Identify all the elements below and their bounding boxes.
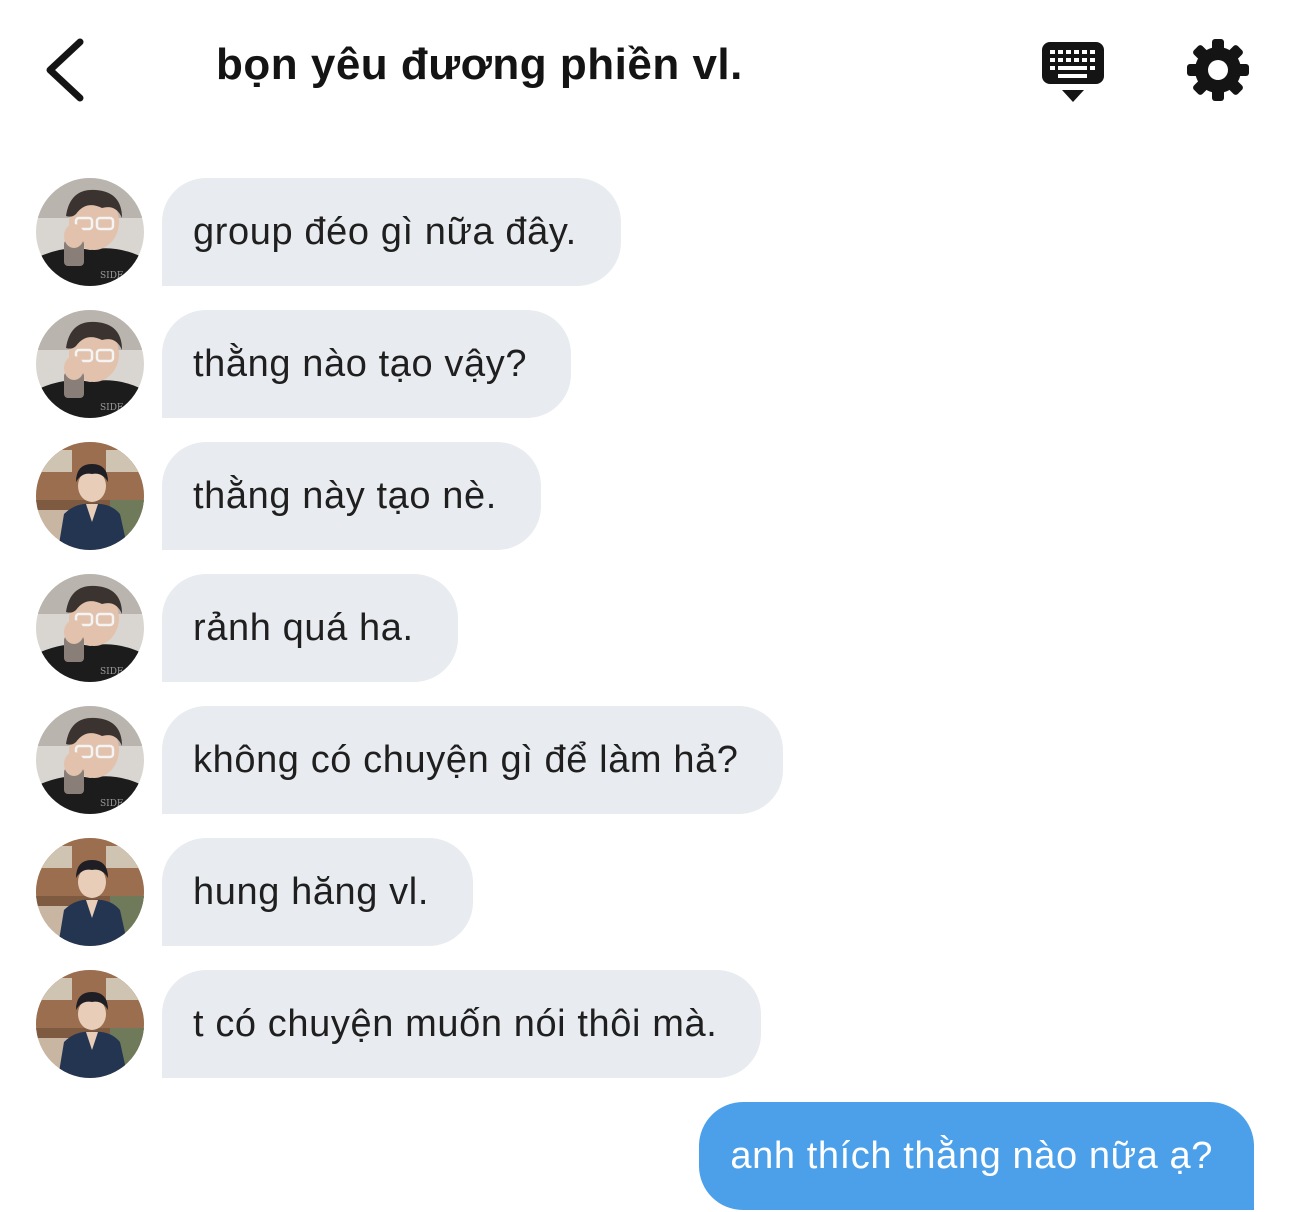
- message-row: hung hăng vl.: [0, 838, 1290, 946]
- avatar[interactable]: [36, 970, 144, 1078]
- message-list[interactable]: group đéo gì nữa đây. thằng nào tạo vậy?…: [0, 0, 1290, 1212]
- avatar[interactable]: [36, 442, 144, 550]
- avatar[interactable]: [36, 310, 144, 418]
- avatar[interactable]: [36, 706, 144, 814]
- message-bubble[interactable]: hung hăng vl.: [162, 838, 473, 946]
- message-row: t có chuyện muốn nói thôi mà.: [0, 970, 1290, 1078]
- message-row: thằng nào tạo vậy?: [0, 310, 1290, 418]
- message-row: group đéo gì nữa đây.: [0, 178, 1290, 286]
- message-row-outgoing: anh thích thằng nào nữa ạ?: [0, 1102, 1290, 1210]
- message-bubble[interactable]: rảnh quá ha.: [162, 574, 458, 682]
- message-row: không có chuyện gì để làm hả?: [0, 706, 1290, 814]
- outgoing-message-bubble[interactable]: anh thích thằng nào nữa ạ?: [699, 1102, 1254, 1210]
- message-bubble[interactable]: group đéo gì nữa đây.: [162, 178, 621, 286]
- message-bubble[interactable]: không có chuyện gì để làm hả?: [162, 706, 783, 814]
- message-bubble[interactable]: t có chuyện muốn nói thôi mà.: [162, 970, 762, 1078]
- message-bubble[interactable]: thằng này tạo nè.: [162, 442, 541, 550]
- avatar[interactable]: [36, 838, 144, 946]
- message-bubble[interactable]: thằng nào tạo vậy?: [162, 310, 572, 418]
- avatar[interactable]: [36, 178, 144, 286]
- avatar[interactable]: [36, 574, 144, 682]
- message-row: rảnh quá ha.: [0, 574, 1290, 682]
- message-row: thằng này tạo nè.: [0, 442, 1290, 550]
